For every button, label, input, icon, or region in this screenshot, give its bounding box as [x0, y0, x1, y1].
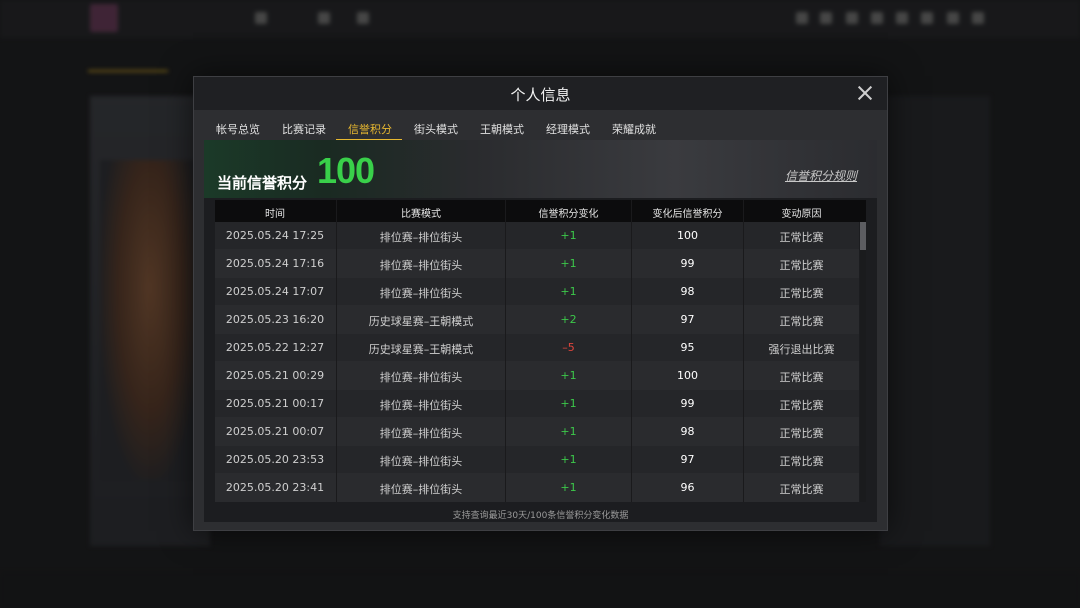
cell-mode: 排位赛–排位街头 — [379, 231, 463, 244]
cell-after: 98 — [680, 425, 695, 438]
cell-time: 2025.05.20 23:53 — [225, 453, 325, 466]
cell-time: 2025.05.22 12:27 — [225, 341, 325, 354]
cell-mode: 历史球星赛–王朝模式 — [368, 343, 474, 356]
scrollbar-thumb[interactable] — [860, 222, 866, 250]
tab-credit-score[interactable]: 信誉积分 — [348, 121, 392, 137]
table-row: 2025.05.24 17:16 排位赛–排位街头 +1 99 正常比赛 — [215, 250, 859, 278]
modal-title: 个人信息 — [510, 86, 571, 104]
cell-mode: 排位赛–排位街头 — [379, 371, 463, 384]
header-after: 变化后信誉积分 — [652, 209, 723, 220]
cell-mode: 排位赛–排位街头 — [379, 399, 463, 412]
cell-after: 97 — [680, 453, 695, 466]
cell-after: 99 — [680, 257, 695, 270]
cell-reason: 正常比赛 — [779, 427, 824, 440]
table-row: 2025.05.21 00:29 排位赛–排位街头 +1 100 正常比赛 — [215, 362, 859, 390]
credit-score-value: 100 — [317, 150, 375, 191]
cell-time: 2025.05.21 00:17 — [225, 397, 325, 410]
column-divider — [743, 200, 744, 502]
cell-change: +1 — [560, 453, 577, 466]
table-row: 2025.05.24 17:07 排位赛–排位街头 +1 98 正常比赛 — [215, 278, 859, 306]
cell-after: 100 — [677, 369, 698, 382]
cell-after: 98 — [680, 285, 695, 298]
cell-reason: 正常比赛 — [779, 371, 824, 384]
cell-change: +1 — [560, 481, 577, 494]
cell-time: 2025.05.24 17:25 — [225, 229, 325, 242]
cell-time: 2025.05.24 17:16 — [225, 257, 325, 270]
header-mode: 比赛模式 — [401, 209, 441, 220]
cell-mode: 排位赛–排位街头 — [379, 483, 463, 496]
column-divider — [631, 200, 632, 502]
cell-after: 99 — [680, 397, 695, 410]
table-row: 2025.05.20 23:41 排位赛–排位街头 +1 96 正常比赛 — [215, 474, 859, 502]
cell-mode: 排位赛–排位街头 — [379, 427, 463, 440]
credit-history-table: 时间 比赛模式 信誉积分变化 变化后信誉积分 变动原因 2025.05.24 1… — [215, 200, 866, 502]
close-button[interactable] — [855, 83, 875, 103]
cell-change: –5 — [562, 341, 575, 354]
table-row: 2025.05.20 23:53 排位赛–排位街头 +1 97 正常比赛 — [215, 446, 859, 474]
cell-mode: 历史球星赛–王朝模式 — [368, 315, 474, 328]
header-time: 时间 — [265, 209, 285, 220]
table-row: 2025.05.21 00:17 排位赛–排位街头 +1 99 正常比赛 — [215, 390, 859, 418]
cell-change: +1 — [560, 257, 577, 270]
cell-time: 2025.05.21 00:07 — [225, 425, 325, 438]
cell-reason: 正常比赛 — [779, 483, 824, 496]
personal-info-modal: 个人信息 帐号总览 比赛记录 信誉积分 街头模式 王朝模式 经理模式 荣耀成就 … — [193, 76, 888, 531]
cell-after: 97 — [680, 313, 695, 326]
cell-time: 2025.05.21 00:29 — [225, 369, 325, 382]
cell-after: 100 — [677, 229, 698, 242]
cell-reason: 正常比赛 — [779, 315, 824, 328]
table-header: 时间 比赛模式 信誉积分变化 变化后信誉积分 变动原因 — [215, 200, 866, 222]
cell-time: 2025.05.23 16:20 — [225, 313, 325, 326]
credit-content: 当前信誉积分 100 信誉积分规则 时间 比赛模式 信誉积分变化 变化后信誉积分… — [204, 140, 877, 522]
table-body[interactable]: 2025.05.24 17:25 排位赛–排位街头 +1 100 正常比赛 2025.05… — [215, 222, 859, 502]
cell-time: 2025.05.24 17:07 — [225, 285, 325, 298]
cell-after: 95 — [680, 341, 695, 354]
tab-account-overview[interactable]: 帐号总览 — [216, 121, 260, 137]
cell-reason: 正常比赛 — [779, 287, 824, 300]
cell-change: +1 — [560, 425, 577, 438]
credit-banner: 当前信誉积分 100 信誉积分规则 — [204, 140, 877, 198]
cell-mode: 排位赛–排位街头 — [379, 287, 463, 300]
modal-header: 个人信息 — [194, 77, 887, 110]
cell-mode: 排位赛–排位街头 — [379, 455, 463, 468]
table-row: 2025.05.22 12:27 历史球星赛–王朝模式 –5 95 强行退出比赛 — [215, 334, 859, 362]
tab-street-mode[interactable]: 街头模式 — [414, 121, 458, 137]
table-row: 2025.05.21 00:07 排位赛–排位街头 +1 98 正常比赛 — [215, 418, 859, 446]
column-divider — [336, 200, 337, 502]
table-scrollbar[interactable] — [860, 222, 866, 502]
cell-after: 96 — [680, 481, 695, 494]
cell-change: +2 — [560, 313, 577, 326]
cell-reason: 正常比赛 — [779, 259, 824, 272]
header-change: 信誉积分变化 — [538, 209, 599, 220]
cell-reason: 正常比赛 — [779, 399, 824, 412]
tab-match-records[interactable]: 比赛记录 — [282, 121, 326, 137]
header-reason: 变动原因 — [781, 209, 822, 220]
cell-change: +1 — [560, 285, 577, 298]
column-divider — [505, 200, 506, 502]
cell-reason: 正常比赛 — [779, 455, 824, 468]
cell-mode: 排位赛–排位街头 — [379, 259, 463, 272]
cell-change: +1 — [560, 229, 577, 242]
tab-manager-mode[interactable]: 经理模式 — [546, 121, 590, 137]
cell-time: 2025.05.20 23:41 — [225, 481, 325, 494]
table-row: 2025.05.24 17:25 排位赛–排位街头 +1 100 正常比赛 — [215, 222, 859, 250]
tab-honor-achievements[interactable]: 荣耀成就 — [612, 121, 656, 137]
cell-reason: 正常比赛 — [779, 231, 824, 244]
cell-change: +1 — [560, 397, 577, 410]
cell-change: +1 — [560, 369, 577, 382]
tab-dynasty-mode[interactable]: 王朝模式 — [480, 121, 524, 137]
footnote: 支持查询最近30天/100条信誉积分变化数据 — [452, 511, 629, 521]
credit-rules-link[interactable]: 信誉积分规则 — [785, 167, 857, 184]
credit-score-label: 当前信誉积分 — [217, 174, 308, 192]
cell-reason: 强行退出比赛 — [768, 343, 835, 356]
table-row: 2025.05.23 16:20 历史球星赛–王朝模式 +2 97 正常比赛 — [215, 306, 859, 334]
